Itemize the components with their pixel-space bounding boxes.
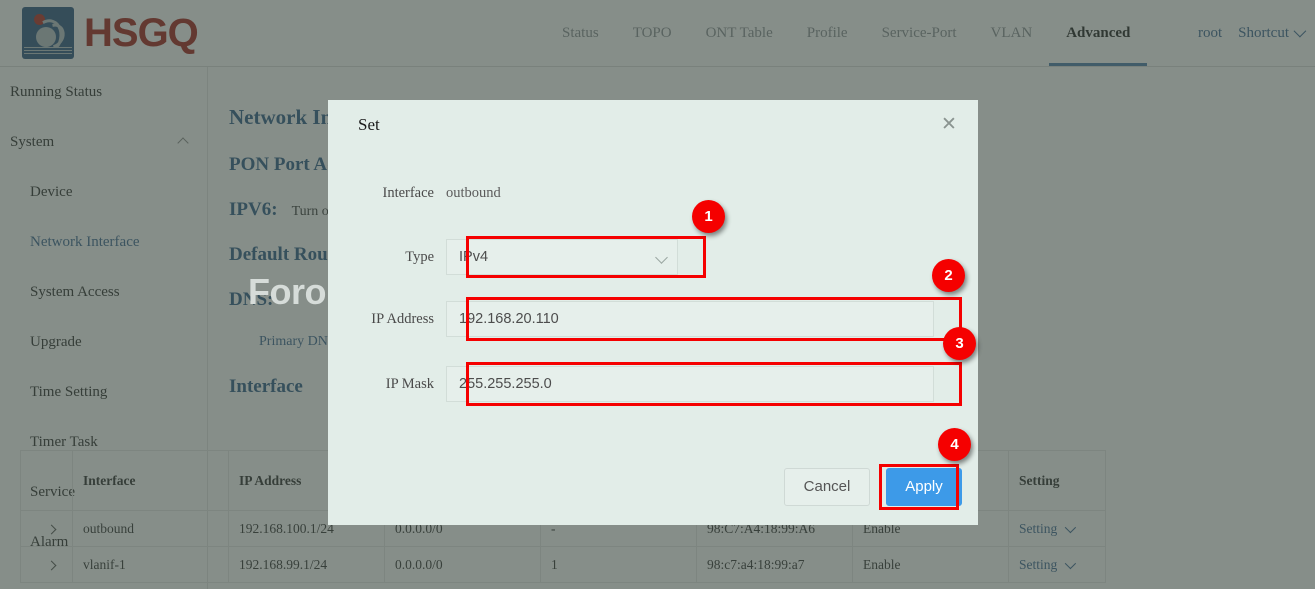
interface-field-label: Interface — [328, 185, 446, 202]
ip-mask-field-label: IP Mask — [328, 376, 446, 393]
ip-mask-input[interactable]: 255.255.255.0 — [446, 366, 934, 402]
ip-address-field-label: IP Address — [328, 311, 446, 328]
annotation-badge-3: 3 — [943, 327, 976, 360]
type-field-label: Type — [328, 249, 446, 266]
interface-field-value: outbound — [446, 185, 501, 202]
apply-button[interactable]: Apply — [886, 468, 962, 506]
cancel-button[interactable]: Cancel — [784, 468, 870, 506]
dialog-title: Set — [358, 115, 380, 135]
ip-mask-row: IP Mask 255.255.255.0 — [328, 366, 934, 402]
ip-address-input[interactable]: 192.168.20.110 — [446, 301, 934, 337]
annotation-badge-2: 2 — [932, 259, 965, 292]
interface-row: Interface outbound — [328, 185, 501, 202]
ip-address-row: IP Address 192.168.20.110 — [328, 301, 934, 337]
type-row: Type IPv4 — [328, 239, 678, 275]
annotation-badge-1: 1 — [692, 200, 725, 233]
close-icon[interactable]: ✕ — [938, 115, 960, 137]
set-interface-dialog: Set ✕ Interface outbound Type IPv4 IP Ad… — [328, 100, 978, 525]
type-select[interactable]: IPv4 — [446, 239, 678, 275]
annotation-badge-4: 4 — [938, 428, 971, 461]
